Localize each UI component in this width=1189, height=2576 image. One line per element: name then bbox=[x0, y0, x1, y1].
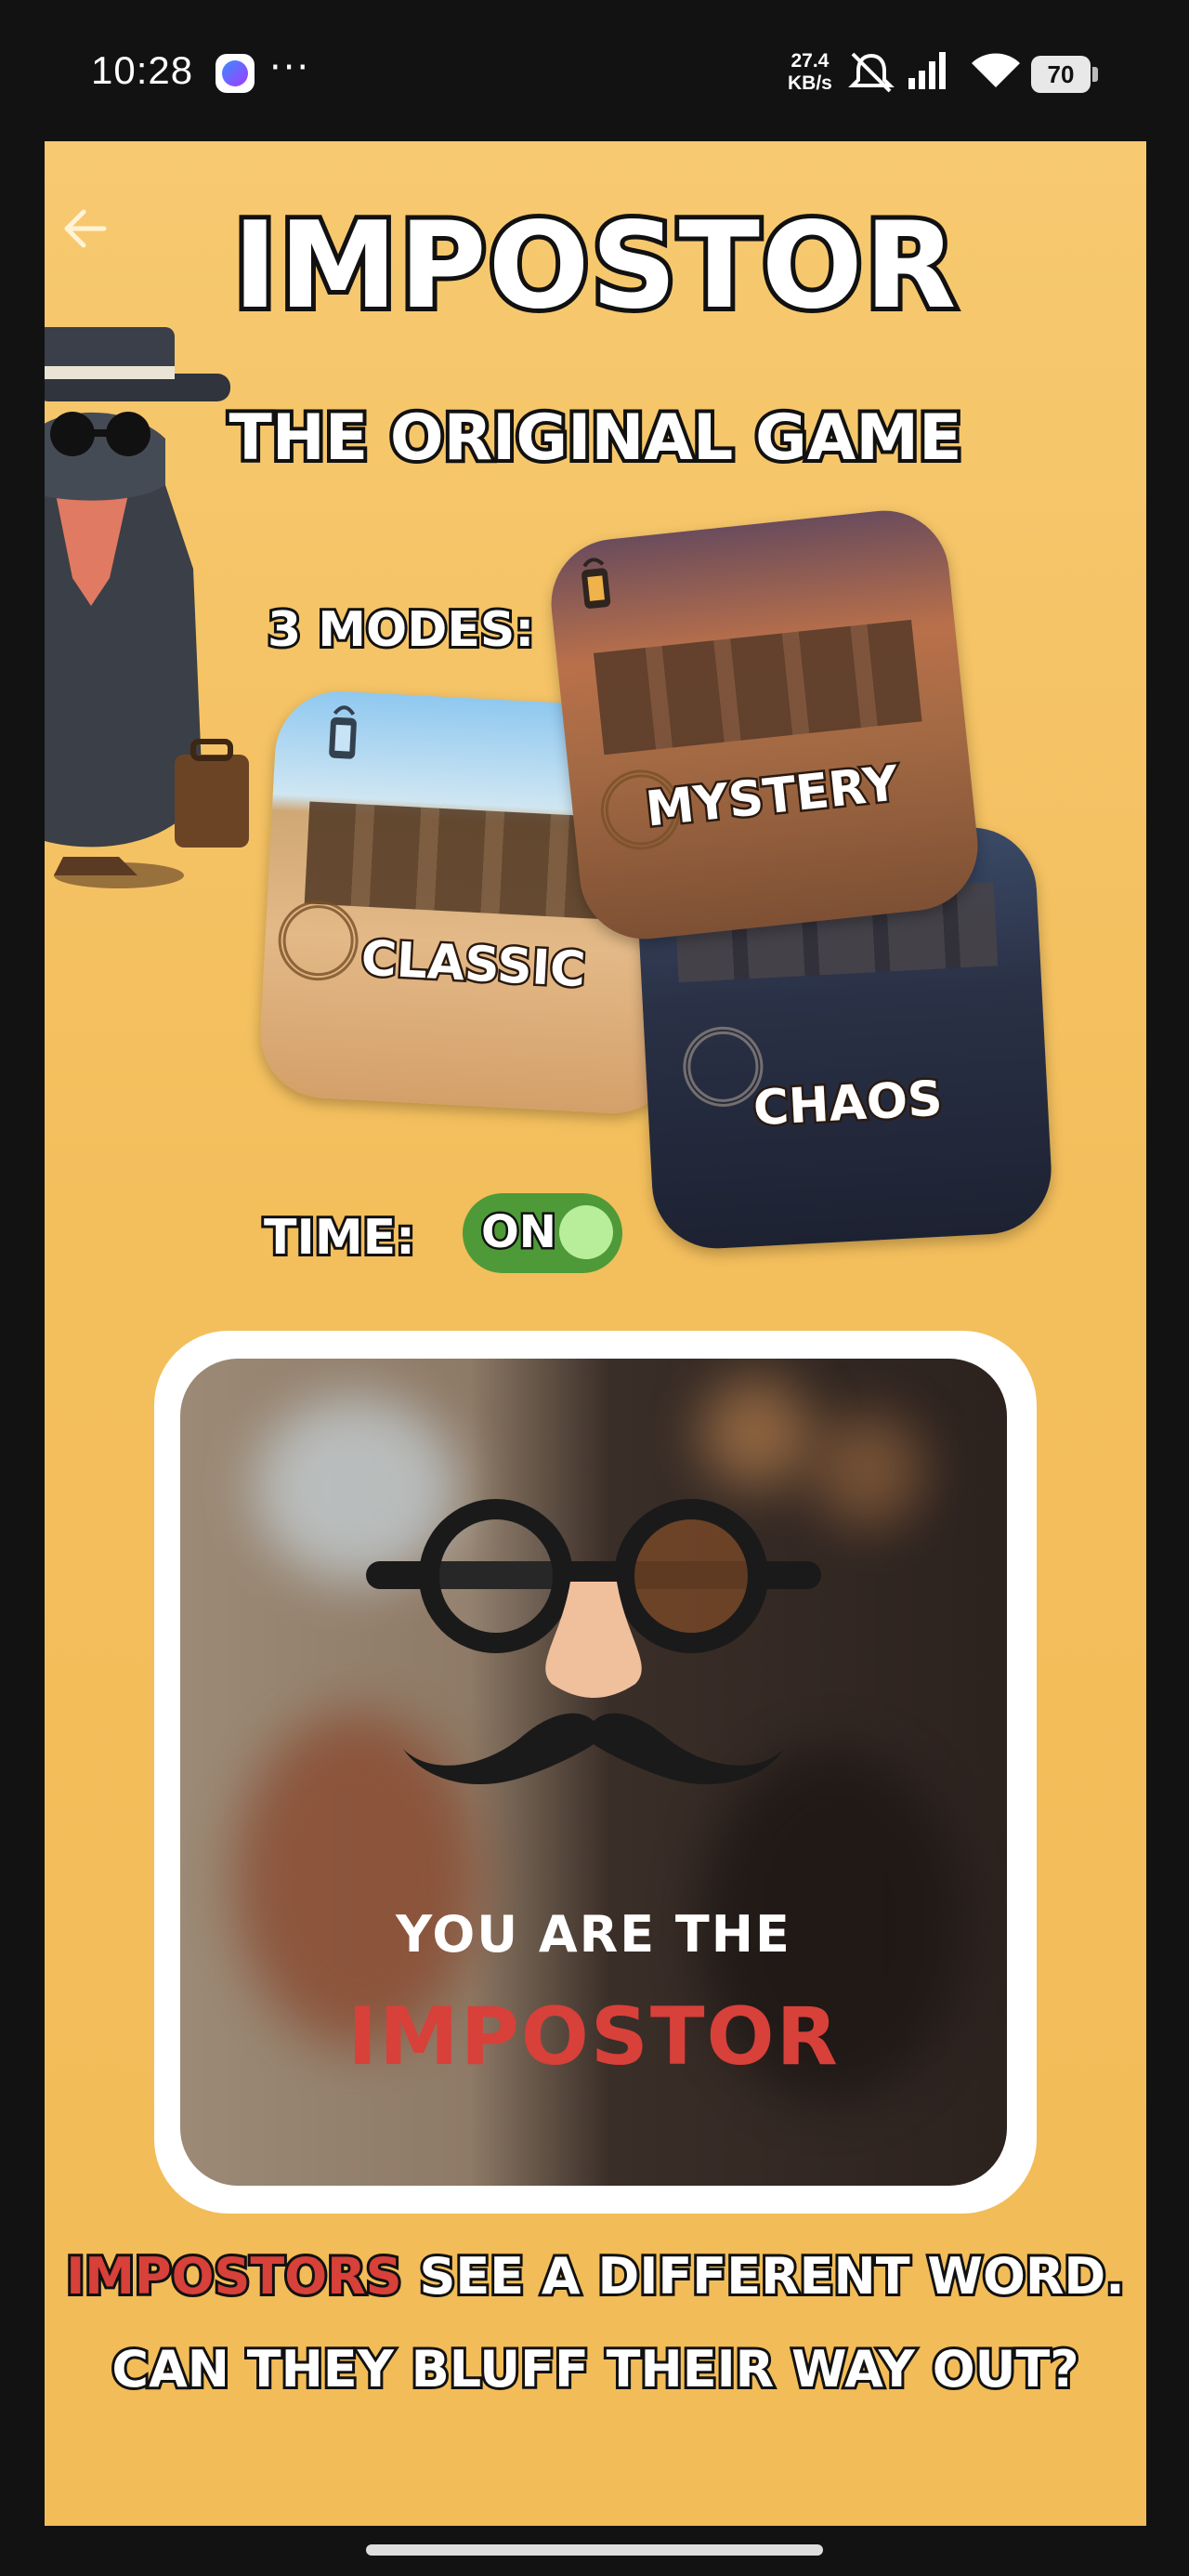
mode-card-mystery[interactable]: MYSTERY bbox=[544, 504, 985, 946]
time-label: TIME: bbox=[261, 1207, 418, 1268]
game-title: IMPOSTOR bbox=[229, 192, 961, 340]
disguise-glasses-icon bbox=[366, 1499, 821, 1785]
status-time: 10:28 bbox=[91, 48, 194, 92]
description-line-2: CAN THEY BLUFF THEIR WAY OUT? bbox=[109, 2337, 1081, 2401]
messenger-icon bbox=[216, 54, 255, 93]
home-indicator[interactable] bbox=[366, 2544, 823, 2556]
impostor-preview-card: YOU ARE THE IMPOSTOR bbox=[180, 1359, 1007, 2186]
town-scene bbox=[593, 619, 922, 756]
preview-line-you-are: YOU ARE THE bbox=[396, 1905, 791, 1964]
status-bar: 10:28 ··· 27.4 KB/s 70 bbox=[0, 0, 1189, 139]
toggle-knob bbox=[559, 1205, 613, 1259]
modes-label: 3 MODES: bbox=[265, 599, 537, 661]
preview-line-impostor: IMPOSTOR bbox=[347, 1991, 840, 2083]
network-speed: 27.4 KB/s bbox=[788, 50, 832, 95]
lantern-icon bbox=[329, 705, 357, 759]
more-notifications-icon: ··· bbox=[269, 46, 311, 89]
blurred-light bbox=[812, 1414, 923, 1526]
mute-icon bbox=[848, 52, 895, 93]
signal-icon bbox=[908, 52, 946, 89]
impostors-highlight: IMPOSTORS bbox=[63, 2244, 404, 2308]
blurred-light bbox=[700, 1377, 812, 1489]
time-toggle-label: ON bbox=[479, 1204, 559, 1261]
wifi-icon bbox=[972, 53, 1020, 87]
description-line-1-rest: SEE A DIFFERENT WORD. bbox=[401, 2244, 1127, 2308]
time-toggle[interactable]: ON bbox=[463, 1193, 622, 1273]
lantern-icon bbox=[581, 558, 611, 609]
description-line-1: IMPOSTORS SEE A DIFFERENT WORD. bbox=[45, 2244, 1146, 2308]
game-subtitle: THE ORIGINAL GAME bbox=[225, 398, 965, 479]
network-speed-value: 27.4 bbox=[790, 50, 830, 72]
battery-icon: 70 bbox=[1031, 56, 1098, 93]
mode-label-mystery: MYSTERY bbox=[641, 754, 903, 840]
mode-label-classic: CLASSIC bbox=[358, 928, 589, 1001]
detective-mascot-image bbox=[45, 327, 249, 888]
promo-screen: IMPOSTOR THE ORIGINAL GAME 3 MODES: CLAS… bbox=[45, 141, 1146, 2526]
network-speed-unit: KB/s bbox=[788, 72, 832, 94]
